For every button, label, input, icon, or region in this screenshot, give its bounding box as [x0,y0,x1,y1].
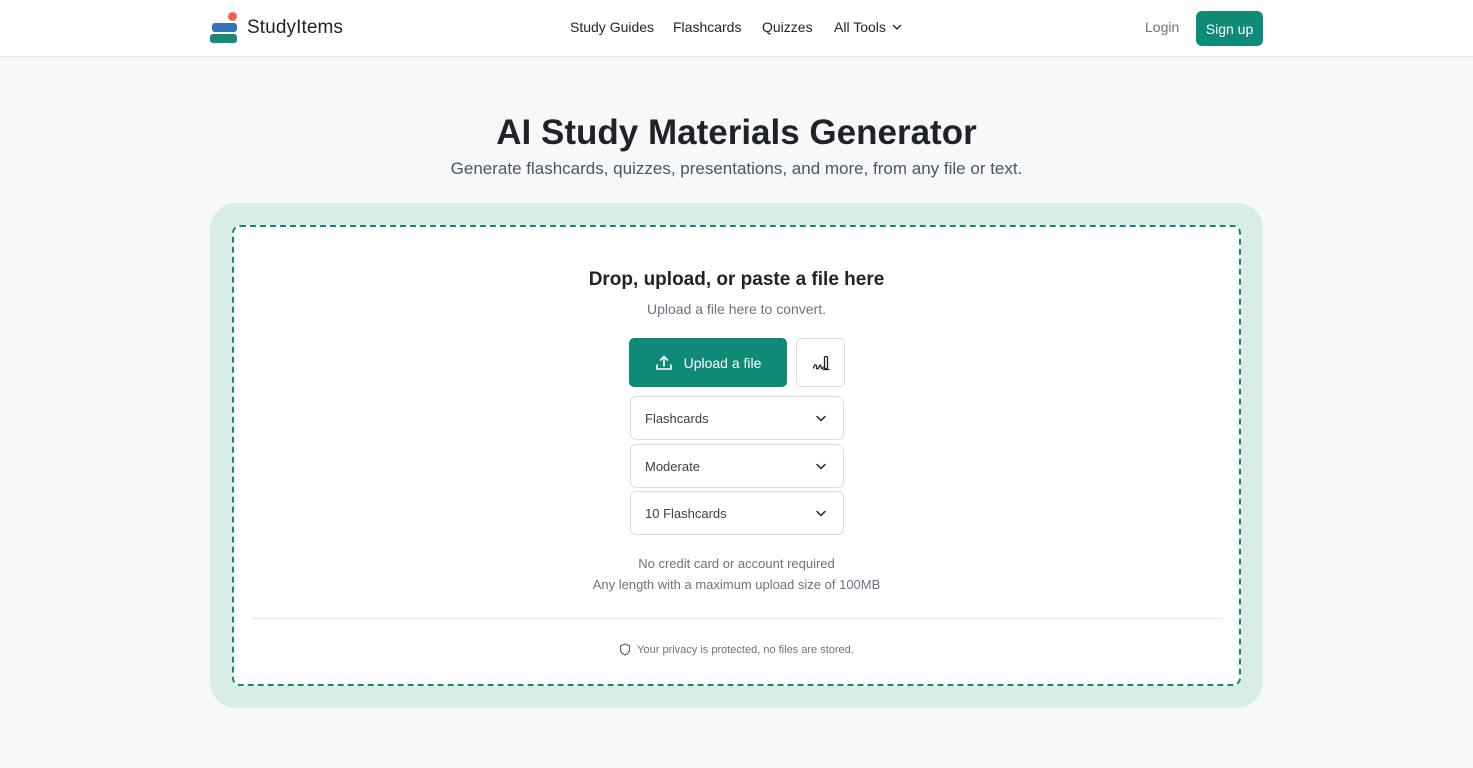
count-select[interactable]: 10 Flashcards [630,491,844,535]
nav-study-guides[interactable]: Study Guides [570,19,654,35]
nav-quizzes[interactable]: Quizzes [762,19,813,35]
studyitems-logo-icon [209,12,239,44]
brand-name: StudyItems [247,17,344,38]
nav-flashcards[interactable]: Flashcards [673,19,741,35]
divider [253,618,1222,619]
upload-size-note: Any length with a maximum upload size of… [592,577,881,592]
dropzone-subtitle: Upload a file here to convert. [647,301,826,317]
page-subtitle: Generate flashcards, quizzes, presentati… [450,159,1023,178]
no-account-note: No credit card or account required [638,556,835,571]
nav-all-tools-label: All Tools [834,19,886,35]
paste-text-button[interactable] [796,338,845,387]
upload-card: Drop, upload, or paste a file here Uploa… [210,203,1263,708]
privacy-notice: Your privacy is protected, no files are … [234,643,1239,656]
brand-logo[interactable]: StudyItems [209,12,343,44]
login-link[interactable]: Login [1145,19,1179,35]
top-navbar: StudyItems Study Guides Flashcards Quizz… [0,0,1473,57]
page-title: AI Study Materials Generator [496,113,977,152]
chevron-down-icon [892,24,902,30]
material-type-value: Flashcards [645,410,709,426]
signup-button[interactable]: Sign up [1196,11,1263,46]
upload-file-button[interactable]: Upload a file [629,338,787,387]
dropzone-title: Drop, upload, or paste a file here [588,269,885,290]
difficulty-select[interactable]: Moderate [630,444,844,488]
upload-file-label: Upload a file [683,354,762,371]
chevron-down-icon [816,415,826,422]
difficulty-value: Moderate [645,458,700,474]
privacy-text: Your privacy is protected, no files are … [637,643,854,656]
chevron-down-icon [816,510,826,517]
handwriting-icon [812,355,830,370]
file-dropzone[interactable]: Drop, upload, or paste a file here Uploa… [232,225,1241,686]
material-type-select[interactable]: Flashcards [630,396,844,440]
chevron-down-icon [816,463,826,470]
shield-icon [620,643,631,656]
upload-icon [655,355,672,370]
count-value: 10 Flashcards [645,505,727,521]
nav-all-tools[interactable]: All Tools [834,19,903,35]
